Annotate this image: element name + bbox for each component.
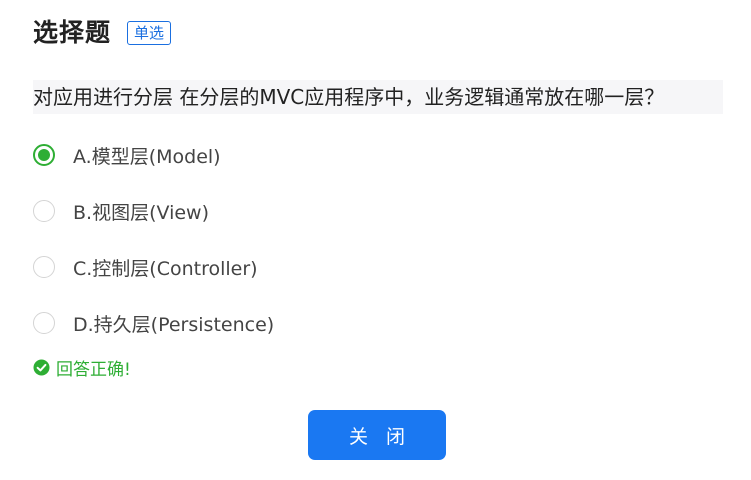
option-c-label: C.控制层(Controller) [73,257,258,280]
question-type-badge: 单选 [127,21,172,45]
quiz-card: 选择题 单选 对应用进行分层 在分层的MVC应用程序中，业务逻辑通常放在哪一层？… [0,0,751,480]
option-d[interactable]: D.持久层(Persistence) [33,306,274,340]
option-c[interactable]: C.控制层(Controller) [33,250,274,284]
option-a[interactable]: A.模型层(Model) [33,138,274,172]
options-list: A.模型层(Model) B.视图层(View) C.控制层(Controlle… [33,138,274,362]
quiz-title: 选择题 [33,16,112,50]
option-b[interactable]: B.视图层(View) [33,194,274,228]
result-text: 回答正确! [56,360,131,380]
radio-option-b[interactable] [33,200,55,222]
option-a-label: A.模型层(Model) [73,145,221,168]
question-text: 对应用进行分层 在分层的MVC应用程序中，业务逻辑通常放在哪一层？ [33,80,723,114]
check-circle-icon [33,359,50,376]
radio-option-c[interactable] [33,256,55,278]
option-d-label: D.持久层(Persistence) [73,313,275,336]
option-b-label: B.视图层(View) [73,201,209,224]
radio-option-d[interactable] [33,312,55,334]
quiz-header: 选择题 单选 [33,16,172,50]
answer-result: 回答正确! [33,355,131,380]
close-button[interactable]: 关 闭 [308,410,446,460]
radio-option-a[interactable] [33,144,55,166]
